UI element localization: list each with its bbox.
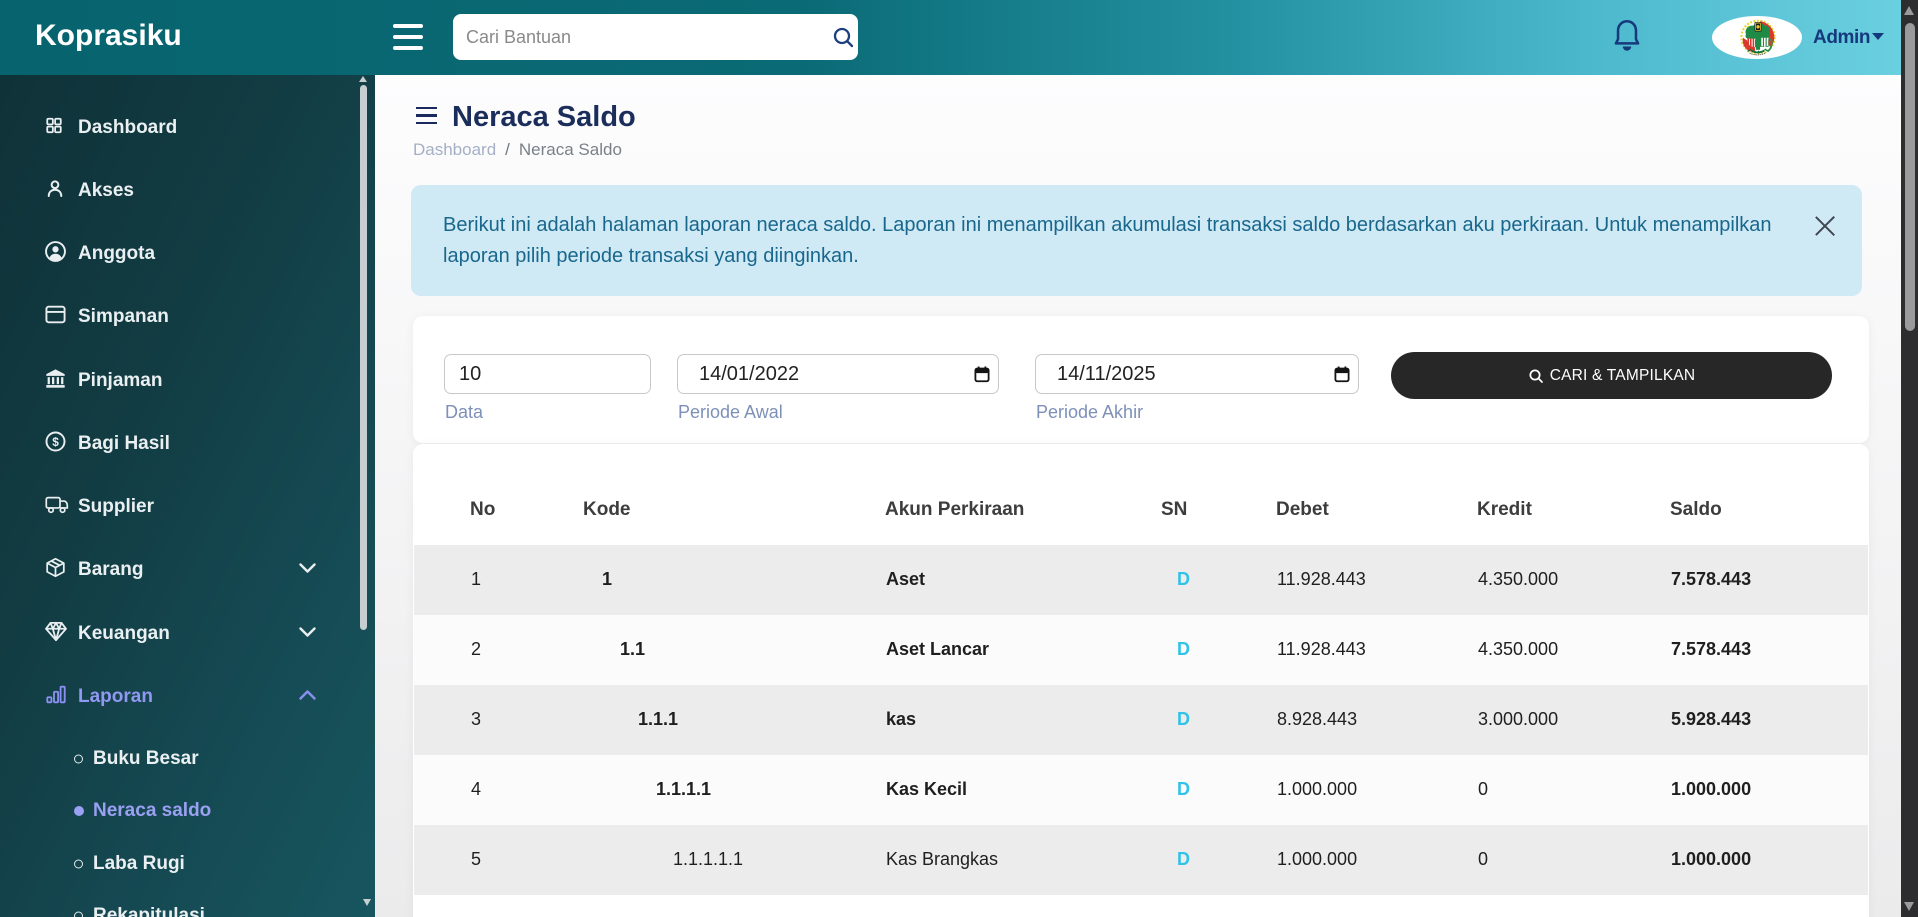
svg-text:$: $ [52, 435, 59, 449]
